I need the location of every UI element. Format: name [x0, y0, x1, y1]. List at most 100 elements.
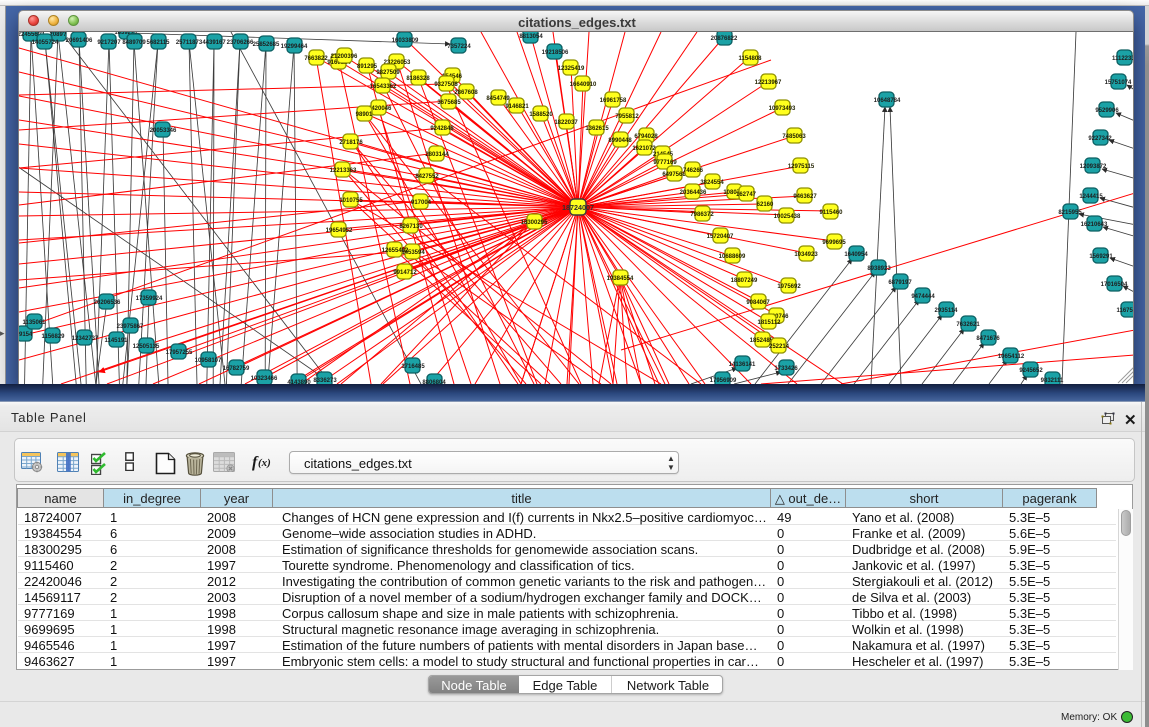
svg-text:9227342: 9227342 — [1088, 136, 1112, 142]
svg-text:20053346: 20053346 — [150, 128, 177, 134]
svg-text:1244415: 1244415 — [1079, 194, 1103, 200]
svg-text:9777169: 9777169 — [653, 160, 677, 166]
svg-text:16782759: 16782759 — [223, 366, 250, 372]
svg-text:9474444: 9474444 — [911, 294, 935, 300]
svg-text:1815112: 1815112 — [757, 320, 781, 326]
svg-text:1640954: 1640954 — [844, 252, 868, 258]
svg-text:7485063: 7485063 — [782, 134, 806, 140]
svg-text:9084067: 9084067 — [746, 300, 770, 306]
svg-text:1569291: 1569291 — [1089, 254, 1113, 260]
svg-text:9463627: 9463627 — [793, 194, 817, 200]
svg-text:8813054: 8813054 — [519, 34, 543, 40]
svg-text:8215955: 8215955 — [1058, 210, 1082, 216]
svg-text:7986372: 7986372 — [690, 212, 714, 218]
svg-text:9699695: 9699695 — [822, 240, 846, 246]
svg-text:1010755: 1010755 — [339, 198, 363, 204]
svg-text:9115460: 9115460 — [819, 210, 843, 216]
svg-text:12505135: 12505135 — [133, 344, 160, 350]
svg-text:8471676: 8471676 — [976, 336, 1000, 342]
svg-text:10648784: 10648784 — [874, 98, 901, 104]
svg-text:12975115: 12975115 — [788, 164, 815, 170]
svg-text:6794028: 6794028 — [634, 134, 658, 140]
svg-text:19218506: 19218506 — [542, 50, 569, 56]
svg-text:9327508: 9327508 — [434, 82, 458, 88]
svg-text:9827509: 9827509 — [376, 70, 400, 76]
svg-text:12213363: 12213363 — [330, 168, 357, 174]
svg-text:17957255: 17957255 — [166, 350, 193, 356]
svg-text:10654112: 10654112 — [998, 354, 1025, 360]
svg-text:11122334: 11122334 — [1112, 56, 1134, 62]
svg-text:12325419: 12325419 — [558, 66, 585, 72]
svg-text:3824554: 3824554 — [700, 180, 724, 186]
svg-text:5682115: 5682115 — [146, 40, 170, 46]
svg-text:(x): (x) — [258, 457, 271, 469]
svg-text:10323466: 10323466 — [251, 376, 278, 382]
svg-text:1034923: 1034923 — [794, 252, 818, 258]
svg-text:9242848: 9242848 — [430, 126, 454, 132]
svg-text:62160: 62160 — [757, 202, 774, 208]
svg-text:23975867: 23975867 — [117, 324, 144, 330]
svg-text:1145191: 1145191 — [104, 338, 128, 344]
svg-text:15751074: 15751074 — [1105, 80, 1132, 86]
svg-text:14055724: 14055724 — [32, 40, 59, 46]
svg-text:12655482: 12655482 — [382, 248, 409, 254]
svg-text:39154: 39154 — [19, 332, 33, 338]
svg-text:16543362: 16543362 — [370, 84, 397, 90]
svg-text:8938923: 8938923 — [867, 266, 891, 272]
svg-text:1733426: 1733426 — [774, 366, 798, 372]
svg-text:917004: 917004 — [411, 200, 432, 206]
svg-text:1362615: 1362615 — [585, 126, 609, 132]
svg-text:8990448: 8990448 — [608, 138, 632, 144]
svg-text:9245652: 9245652 — [1019, 368, 1043, 374]
svg-text:8454749: 8454749 — [486, 96, 510, 102]
svg-text:2867608: 2867608 — [454, 90, 478, 96]
svg-text:19299464: 19299464 — [281, 44, 308, 50]
svg-text:21200396: 21200396 — [331, 54, 358, 60]
svg-text:891295: 891295 — [357, 64, 378, 70]
svg-text:1588520: 1588520 — [529, 112, 553, 118]
svg-text:15720407: 15720407 — [707, 234, 734, 240]
svg-text:25711873: 25711873 — [176, 40, 203, 46]
svg-text:18807249: 18807249 — [731, 278, 758, 284]
svg-text:16033809: 16033809 — [392, 38, 419, 44]
svg-text:7663822: 7663822 — [304, 56, 328, 62]
svg-text:162747: 162747 — [736, 192, 757, 198]
svg-text:16210643: 16210643 — [1081, 222, 1108, 228]
svg-text:10973493: 10973493 — [769, 106, 796, 112]
svg-text:4439167: 4439167 — [202, 40, 226, 46]
svg-text:10958107: 10958107 — [195, 358, 222, 364]
svg-text:1135061: 1135061 — [22, 320, 46, 326]
svg-text:9529906: 9529906 — [1095, 108, 1119, 114]
svg-text:746266: 746266 — [683, 168, 704, 174]
svg-text:1167533: 1167533 — [1116, 308, 1134, 314]
svg-text:16961758: 16961758 — [600, 98, 627, 104]
svg-text:3675685: 3675685 — [437, 100, 461, 106]
svg-text:7357224: 7357224 — [447, 44, 471, 50]
svg-text:17359924: 17359924 — [136, 296, 163, 302]
svg-text:2935114: 2935114 — [934, 308, 958, 314]
svg-text:1154808: 1154808 — [738, 56, 762, 62]
svg-text:252214: 252214 — [769, 344, 790, 350]
svg-text:20876822: 20876822 — [711, 36, 738, 42]
svg-text:12342737: 12342737 — [72, 336, 99, 342]
svg-text:20691406: 20691406 — [66, 38, 93, 44]
svg-text:9217207: 9217207 — [97, 40, 121, 46]
svg-text:19384554: 19384554 — [607, 276, 634, 282]
svg-text:12213967: 12213967 — [755, 80, 782, 86]
svg-text:9914712: 9914712 — [393, 270, 417, 276]
svg-text:8427552: 8427552 — [415, 174, 439, 180]
svg-text:1822037: 1822037 — [554, 120, 578, 126]
svg-text:7955812: 7955812 — [615, 114, 639, 120]
svg-text:18724007: 18724007 — [562, 203, 594, 212]
svg-text:12093872: 12093872 — [1080, 164, 1107, 170]
svg-text:20364436: 20364436 — [680, 190, 707, 196]
svg-text:98901: 98901 — [356, 112, 373, 118]
svg-text:6879197: 6879197 — [888, 280, 912, 286]
svg-text:14136141: 14136141 — [729, 362, 756, 368]
svg-text:23706266: 23706266 — [227, 40, 254, 46]
svg-text:8186328: 8186328 — [406, 76, 430, 82]
svg-text:25852685: 25852685 — [253, 42, 280, 48]
svg-text:1156829: 1156829 — [41, 334, 65, 340]
svg-text:19654952: 19654952 — [326, 228, 353, 234]
svg-text:17016504: 17016504 — [1101, 282, 1128, 288]
